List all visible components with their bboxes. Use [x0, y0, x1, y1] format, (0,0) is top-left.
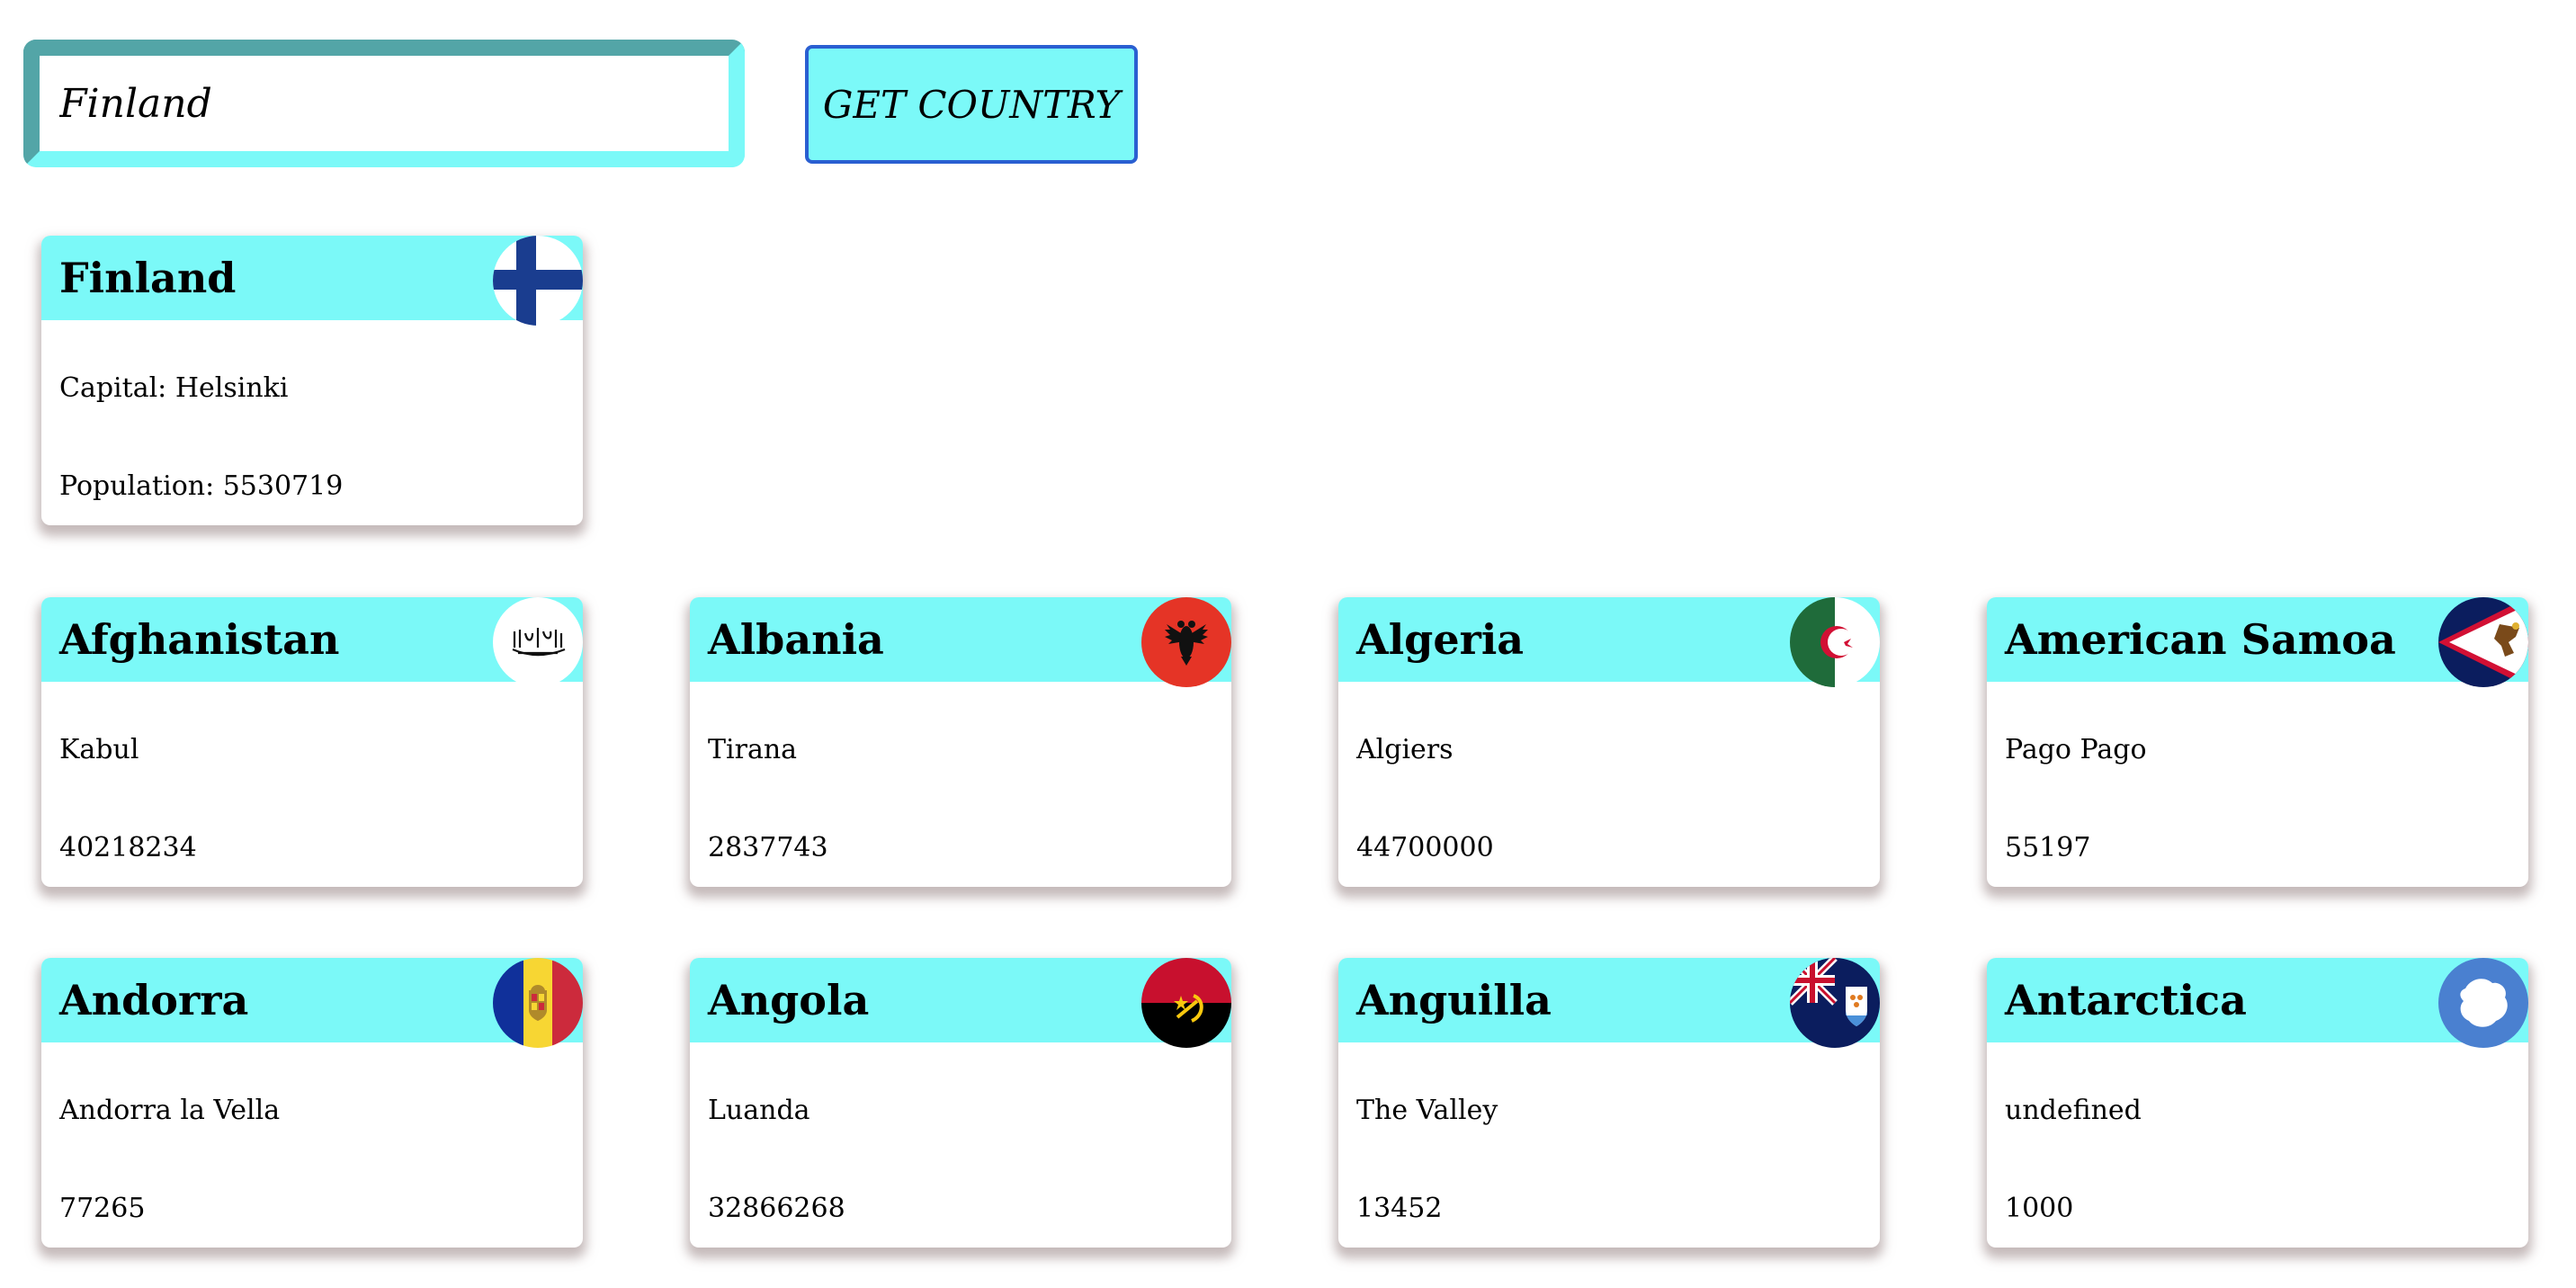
- algeria-flag-icon: [1790, 597, 1880, 687]
- country-card: Angola Luanda 32866268: [690, 958, 1231, 1248]
- country-capital: Kabul: [59, 734, 139, 765]
- country-capital: Luanda: [708, 1095, 810, 1126]
- country-capital: Tirana: [708, 734, 798, 765]
- country-capital: The Valley: [1356, 1095, 1498, 1126]
- country-card: Albania Tirana 2837743: [690, 597, 1231, 887]
- country-name: Andorra: [59, 976, 249, 1024]
- country-card: American Samoa Pago Pago 55197: [1987, 597, 2528, 887]
- country-card: Afghanistan Kabul 40218234: [41, 597, 583, 887]
- country-population: Population: 5530719: [59, 470, 344, 502]
- country-population: 13452: [1356, 1193, 1443, 1224]
- country-card: Andorra Andorra la Vella 77265: [41, 958, 583, 1248]
- angola-flag-icon: [1141, 958, 1231, 1048]
- country-population: 77265: [59, 1193, 146, 1224]
- country-card: Algeria Algiers 44700000: [1338, 597, 1880, 887]
- country-name: American Samoa: [2005, 615, 2396, 664]
- anguilla-flag-icon: [1790, 958, 1880, 1048]
- country-name: Anguilla: [1356, 976, 1552, 1024]
- country-population: 2837743: [708, 832, 828, 863]
- country-population: 40218234: [59, 832, 197, 863]
- country-name: Albania: [708, 615, 884, 664]
- country-name: Finland: [59, 254, 237, 302]
- country-population: 44700000: [1356, 832, 1494, 863]
- country-population: 55197: [2005, 832, 2091, 863]
- country-name: Afghanistan: [59, 615, 340, 664]
- albania-flag-icon: [1141, 597, 1231, 687]
- finland-flag-icon: [493, 236, 583, 326]
- country-capital: Capital: Helsinki: [59, 372, 289, 404]
- country-card: Antarctica undefined 1000: [1987, 958, 2528, 1248]
- country-name: Antarctica: [2005, 976, 2247, 1024]
- country-search-input[interactable]: [23, 40, 745, 167]
- country-capital: Andorra la Vella: [59, 1095, 281, 1126]
- afghanistan-flag-icon: [493, 597, 583, 687]
- andorra-flag-icon: [493, 958, 583, 1048]
- country-population: 1000: [2005, 1193, 2074, 1224]
- country-capital: undefined: [2005, 1095, 2142, 1126]
- country-name: Algeria: [1356, 615, 1525, 664]
- get-country-button[interactable]: GET COUNTRY: [805, 45, 1138, 164]
- country-card: Anguilla The Valley 13452: [1338, 958, 1880, 1248]
- country-capital: Pago Pago: [2005, 734, 2147, 765]
- country-name: Angola: [708, 976, 870, 1024]
- country-capital: Algiers: [1356, 734, 1453, 765]
- selected-country-card: Finland Capital: Helsinki Population: 55…: [41, 236, 583, 525]
- american-samoa-flag-icon: [2438, 597, 2528, 687]
- country-population: 32866268: [708, 1193, 845, 1224]
- antarctica-flag-icon: [2438, 958, 2528, 1048]
